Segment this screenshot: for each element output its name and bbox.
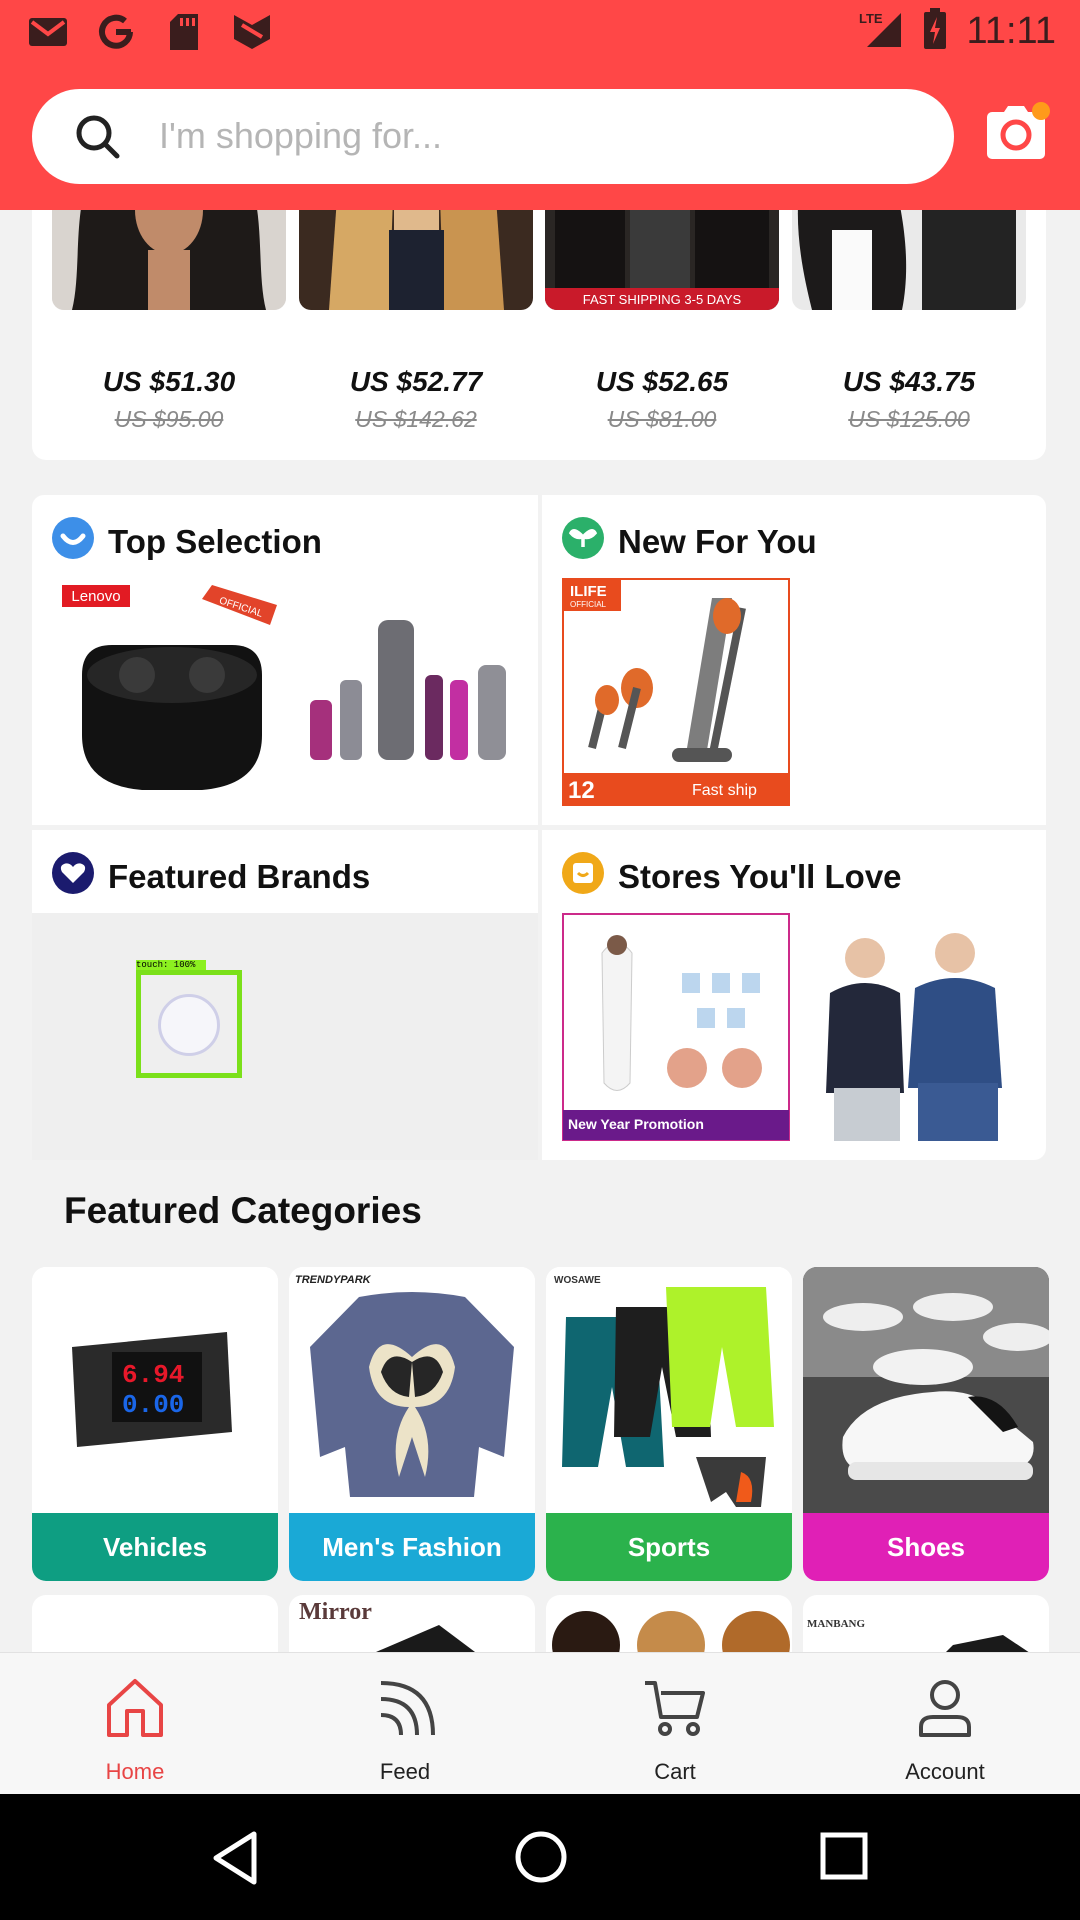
nav-label: Cart — [654, 1759, 696, 1784]
deal-price: US $52.65 — [595, 366, 729, 397]
nav-label: Home — [105, 1759, 165, 1784]
lte-signal-icon: LTE — [857, 9, 903, 54]
svg-text:Lenovo: Lenovo — [71, 588, 120, 605]
deal-original-price: US $142.62 — [355, 406, 477, 432]
deal-original-price: US $125.00 — [848, 406, 970, 432]
category-vehicles[interactable]: 6.94 0.00 Vehicles — [32, 1267, 278, 1581]
svg-text:Fast ship: Fast ship — [692, 782, 757, 799]
category-sports[interactable]: WOSAWE Sports — [546, 1267, 792, 1581]
status-bar: LTE 11:11 — [0, 0, 1080, 64]
tile-title: New For You — [618, 523, 817, 560]
system-nav-bar — [0, 1794, 1080, 1920]
vacuum-image: ILIFE OFFICIAL 12 Fast ship — [562, 578, 790, 811]
hair-styler-image — [290, 620, 520, 775]
nav-feed[interactable]: Feed — [270, 1653, 540, 1795]
bottom-nav: Home Feed Cart Account — [0, 1652, 1080, 1794]
account-icon — [913, 1675, 977, 1739]
category-image: 6.94 0.00 — [32, 1267, 278, 1513]
sprout-icon — [562, 517, 604, 559]
svg-text:ILIFE: ILIFE — [570, 583, 607, 600]
recents-icon[interactable] — [820, 1832, 868, 1885]
category-image — [803, 1267, 1049, 1513]
cart-icon — [643, 1675, 707, 1739]
svg-text:New Year Promotion: New Year Promotion — [568, 1116, 704, 1132]
nav-label: Feed — [379, 1759, 431, 1784]
brand-image-placeholder — [32, 913, 538, 1160]
nav-cart[interactable]: Cart — [540, 1653, 810, 1795]
svg-text:Mirror: Mirror — [299, 1599, 372, 1625]
category-peek[interactable] — [546, 1595, 792, 1655]
category-label: Men's Fashion — [289, 1513, 535, 1581]
store-icon — [562, 852, 604, 894]
svg-text:12: 12 — [568, 777, 595, 804]
category-image: WOSAWE — [546, 1267, 792, 1513]
category-peek[interactable]: MANBANG — [803, 1595, 1049, 1655]
svg-text:MANBANG: MANBANG — [807, 1618, 865, 1630]
tile-title: Stores You'll Love — [618, 858, 902, 895]
section-title: Featured Categories — [64, 1190, 422, 1231]
category-label: Sports — [546, 1513, 792, 1581]
deal-original-price: US $95.00 — [114, 406, 224, 432]
touch-indicator: touch: 100% — [136, 960, 242, 1080]
featured-brands-tile[interactable]: Featured Brands touch: 100% — [32, 830, 538, 1160]
feed-icon — [373, 1675, 437, 1739]
search-input[interactable]: I'm shopping for... — [159, 115, 442, 157]
pore-cleaner-image: New Year Promotion — [562, 913, 790, 1146]
category-image: TRENDYPARK — [289, 1267, 535, 1513]
svg-text:0.00: 0.00 — [122, 1390, 184, 1420]
nav-account[interactable]: Account — [810, 1653, 1080, 1795]
deal-price: US $43.75 — [842, 366, 976, 397]
smile-icon — [52, 517, 94, 559]
svg-text:OFFICIAL: OFFICIAL — [570, 600, 607, 609]
svg-text:6.94: 6.94 — [122, 1360, 184, 1390]
heart-icon — [52, 852, 94, 894]
svg-text:LTE: LTE — [859, 11, 883, 26]
tile-title: Featured Brands — [108, 858, 371, 895]
jackets-image — [800, 913, 1028, 1146]
notification-dot — [1032, 102, 1050, 120]
category-label: Vehicles — [32, 1513, 278, 1581]
new-for-you-tile[interactable]: New For You ILIFE OFFICIAL 12 Fast ship — [542, 495, 1046, 825]
nav-label: Account — [905, 1759, 985, 1784]
category-label: Shoes — [803, 1513, 1049, 1581]
svg-text:WOSAWE: WOSAWE — [554, 1275, 601, 1286]
top-selection-tile[interactable]: Top Selection Lenovo OFFICIAL — [32, 495, 538, 825]
deal-original-price: US $81.00 — [607, 406, 717, 432]
home-circle-icon[interactable] — [514, 1830, 568, 1889]
news-icon — [232, 14, 272, 50]
app-header: LTE 11:11 I'm shopping for... — [0, 0, 1080, 210]
search-bar[interactable]: I'm shopping for... — [32, 89, 954, 184]
category-mens-fashion[interactable]: TRENDYPARK Men's Fashion — [289, 1267, 535, 1581]
search-icon — [72, 111, 124, 168]
deal-price: US $52.77 — [349, 366, 483, 397]
stores-tile[interactable]: Stores You'll Love New Year Promotion — [542, 830, 1046, 1160]
category-peek[interactable]: Mirror — [289, 1595, 535, 1655]
tile-title: Top Selection — [108, 523, 322, 560]
nav-home[interactable]: Home — [0, 1653, 270, 1795]
deals-card: US $51.30 US $95.00 US $52.77 US $142.62… — [32, 170, 1046, 460]
category-peek[interactable] — [32, 1595, 278, 1655]
category-shoes[interactable]: Shoes — [803, 1267, 1049, 1581]
gmail-icon — [28, 14, 68, 50]
sd-card-icon — [164, 14, 204, 50]
clock: 11:11 — [966, 10, 1056, 52]
home-icon — [103, 1675, 167, 1739]
back-icon[interactable] — [210, 1830, 260, 1891]
svg-text:TRENDYPARK: TRENDYPARK — [295, 1274, 372, 1286]
earbuds-image: Lenovo OFFICIAL — [52, 585, 282, 810]
battery-charging-icon — [923, 8, 947, 55]
deal-price: US $51.30 — [102, 366, 236, 397]
google-icon — [96, 14, 136, 50]
svg-text:FAST SHIPPING 3-5 DAYS: FAST SHIPPING 3-5 DAYS — [583, 292, 742, 307]
